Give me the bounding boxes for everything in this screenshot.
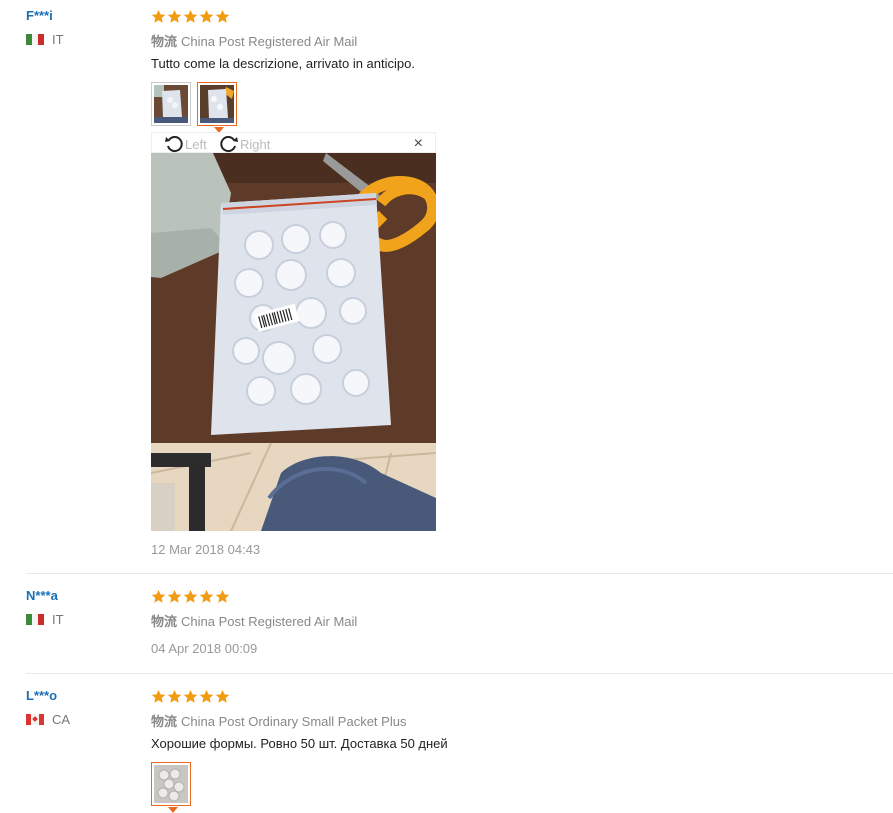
rating-stars — [151, 9, 230, 24]
reviewer-country: IT — [26, 32, 64, 47]
close-viewer-button[interactable]: × — [414, 135, 423, 153]
logistics-info: 物流 China Post Ordinary Small Packet Plus — [151, 711, 406, 730]
logistics-method: China Post Registered Air Mail — [181, 614, 358, 629]
review-divider — [26, 673, 893, 674]
rotate-right-label: Right — [240, 136, 271, 152]
star-icon — [151, 9, 166, 24]
review-photo-thumbnail-selected[interactable] — [151, 762, 191, 813]
logistics-method: China Post Registered Air Mail — [181, 34, 358, 49]
rotate-left-button[interactable]: Left — [164, 134, 207, 154]
review-photo-large — [151, 153, 436, 531]
star-icon — [183, 9, 198, 24]
thumbnail-image — [200, 85, 234, 123]
reviewer-name[interactable]: L***o — [26, 688, 57, 703]
rotate-left-label: Left — [185, 136, 207, 152]
country-code: IT — [52, 32, 64, 47]
star-icon — [183, 589, 198, 604]
rings-photo-icon — [154, 765, 188, 803]
star-icon — [215, 589, 230, 604]
photo-viewer: Left Right × — [151, 132, 436, 531]
canada-flag-icon — [26, 714, 44, 725]
logistics-info: 物流 China Post Registered Air Mail — [151, 611, 357, 630]
star-icon — [215, 689, 230, 704]
logistics-label: 物流 — [151, 714, 178, 729]
review-text: Tutto come la descrizione, arrivato in a… — [151, 56, 415, 71]
country-code: CA — [52, 712, 71, 727]
review-photo-thumbnail[interactable] — [151, 82, 191, 126]
reviewer-name[interactable]: N***a — [26, 588, 58, 603]
country-code: IT — [52, 612, 64, 627]
star-icon — [199, 589, 214, 604]
reviewer-country: IT — [26, 612, 64, 627]
reviewer-name[interactable]: F***i — [26, 8, 53, 23]
review-photo-thumbnail-selected[interactable] — [197, 82, 237, 133]
italy-flag-icon — [26, 614, 44, 625]
rotate-right-button[interactable]: Right — [219, 134, 270, 154]
review-date: 04 Apr 2018 00:09 — [151, 641, 258, 656]
review-date: 12 Mar 2018 04:43 — [151, 542, 261, 557]
bag-photo-icon — [154, 85, 188, 123]
star-icon — [199, 689, 214, 704]
italy-flag-icon — [26, 34, 44, 45]
rotate-right-icon — [220, 136, 238, 153]
star-icon — [199, 9, 214, 24]
star-icon — [167, 689, 182, 704]
logistics-label: 物流 — [151, 34, 178, 49]
star-icon — [151, 689, 166, 704]
review-divider — [26, 573, 893, 574]
logistics-info: 物流 China Post Registered Air Mail — [151, 31, 357, 50]
rotate-left-icon — [165, 136, 183, 153]
logistics-method: China Post Ordinary Small Packet Plus — [181, 714, 407, 729]
star-icon — [183, 689, 198, 704]
review-text: Хорошие формы. Ровно 50 шт. Доставка 50 … — [151, 736, 448, 751]
thumbnail-image — [154, 765, 188, 803]
bag-photo-icon — [200, 85, 234, 123]
plastic-bag-photo — [151, 153, 436, 531]
reviewer-country: CA — [26, 712, 70, 727]
star-icon — [167, 9, 182, 24]
logistics-label: 物流 — [151, 614, 178, 629]
star-icon — [215, 9, 230, 24]
thumbnail-image — [154, 85, 188, 123]
star-icon — [167, 589, 182, 604]
rating-stars — [151, 689, 230, 704]
star-icon — [151, 589, 166, 604]
selected-caret-icon — [168, 807, 178, 813]
photo-viewer-toolbar: Left Right × — [151, 132, 436, 153]
rating-stars — [151, 589, 230, 604]
